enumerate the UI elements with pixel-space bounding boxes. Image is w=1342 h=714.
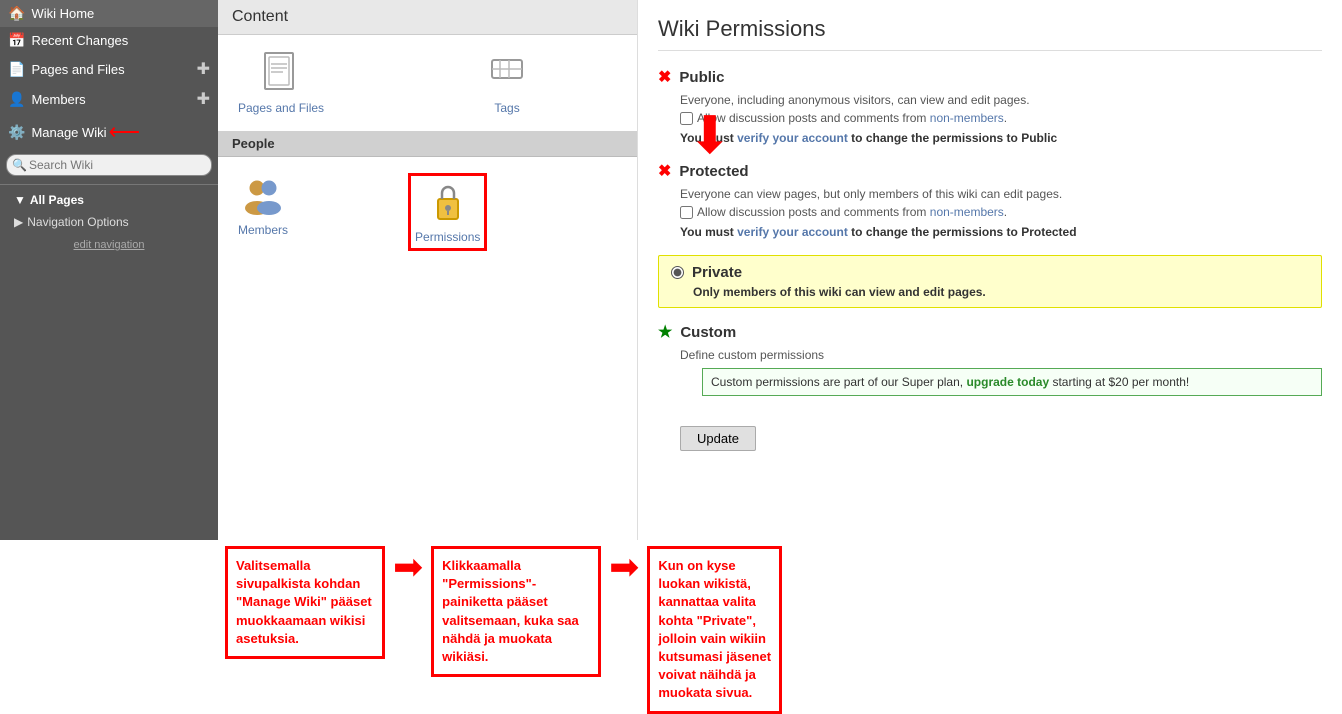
sidebar-item-label: Wiki Home (31, 6, 94, 21)
permissions-link[interactable]: Permissions (408, 173, 487, 251)
page-icon: 📄 (8, 61, 25, 78)
content-panel: Content Pages and Files (218, 0, 638, 540)
content-header: Content (218, 0, 637, 35)
sidebar-item-all-pages[interactable]: ▼ All Pages (0, 189, 218, 211)
sidebar-divider (0, 184, 218, 185)
content-icons-row: Pages and Files Tags (218, 35, 637, 131)
protected-x-icon: ✖ (658, 161, 671, 181)
members-icon: 👤 (8, 91, 25, 108)
home-icon: 🏠 (8, 5, 25, 22)
private-desc: Only members of this wiki can view and e… (693, 285, 1309, 299)
custom-desc-area: Define custom permissions Custom permiss… (680, 346, 1322, 396)
add-members-button[interactable]: ✚ (197, 89, 210, 109)
custom-star-icon: ★ (658, 322, 672, 342)
public-option-header: ✖ Public (658, 67, 1322, 87)
annotations-row: Valitsemalla sivupalkista kohdan "Manage… (0, 540, 1342, 714)
sidebar-item-members[interactable]: 👤 Members ✚ (0, 84, 218, 114)
protected-label: Protected (679, 163, 748, 180)
protected-checkbox[interactable] (680, 206, 693, 219)
update-button[interactable]: Update (680, 426, 756, 451)
public-checkbox-text: Allow discussion posts and comments from… (697, 109, 1007, 127)
tags-link[interactable]: Tags (484, 51, 530, 115)
manage-wiki-arrow: ⟵ (109, 119, 141, 145)
permissions-title: Wiki Permissions (658, 16, 1322, 51)
custom-option: ★ Custom Define custom permissions Custo… (658, 322, 1322, 396)
annotation-box-3: Kun on kyse luokan wikistä, kannattaa va… (647, 546, 782, 714)
public-desc-text: Everyone, including anonymous visitors, … (680, 91, 1322, 109)
members-label: Members (238, 223, 288, 237)
protected-checkbox-text: Allow discussion posts and comments from… (697, 203, 1007, 221)
public-verify-text: You must verify your account to change t… (680, 129, 1322, 147)
custom-label: Custom (680, 324, 736, 341)
private-option-header[interactable]: Private (671, 264, 1309, 281)
protected-verify-text: You must verify your account to change t… (680, 223, 1322, 241)
private-option: Private Only members of this wiki can vi… (658, 255, 1322, 308)
edit-navigation-link[interactable]: edit navigation (0, 233, 218, 257)
pages-icon (258, 51, 304, 97)
sidebar-nav-label: All Pages (30, 193, 84, 207)
upgrade-suffix-text: starting at $20 per month! (1049, 375, 1189, 389)
sidebar-item-label: Recent Changes (31, 33, 128, 48)
gear-icon: ⚙️ (8, 124, 25, 141)
public-x-icon: ✖ (658, 67, 671, 87)
permissions-label: Permissions (415, 230, 480, 244)
pages-and-files-link[interactable]: Pages and Files (238, 51, 324, 115)
permissions-icon (425, 180, 471, 226)
non-members-link-protected[interactable]: non-members (930, 205, 1004, 219)
upgrade-link[interactable]: upgrade today (966, 375, 1049, 389)
tags-label: Tags (494, 101, 519, 115)
calendar-icon: 📅 (8, 32, 25, 49)
protected-desc: Everyone can view pages, but only member… (680, 185, 1322, 241)
public-desc: Everyone, including anonymous visitors, … (680, 91, 1322, 147)
sidebar: 🏠 Wiki Home 📅 Recent Changes 📄 Pages and… (0, 0, 218, 540)
sidebar-item-recent-changes[interactable]: 📅 Recent Changes (0, 27, 218, 54)
search-icon: 🔍 (12, 158, 27, 172)
sidebar-item-label: Pages and Files (31, 62, 124, 77)
protected-option-header: ✖ Protected (658, 161, 1322, 181)
custom-option-header: ★ Custom (658, 322, 1322, 342)
triangle-icon: ▼ (14, 193, 26, 207)
protected-checkbox-label: Allow discussion posts and comments from… (680, 203, 1322, 221)
arrow-2: ➡ (609, 546, 639, 588)
triangle-right-icon: ▶ (14, 215, 23, 229)
members-link[interactable]: Members (238, 173, 288, 251)
people-icons-row: Members Permissions (218, 157, 637, 267)
sidebar-item-pages-and-files[interactable]: 📄 Pages and Files ✚ (0, 54, 218, 84)
verify-account-protected-link[interactable]: verify your account (737, 225, 848, 239)
arrow-1: ➡ (393, 546, 423, 588)
private-radio[interactable] (671, 266, 684, 279)
sidebar-nav-label: Navigation Options (27, 215, 128, 229)
sidebar-item-label: Members (31, 92, 85, 107)
members-people-icon (240, 173, 286, 219)
annotation-box-1: Valitsemalla sivupalkista kohdan "Manage… (225, 546, 385, 659)
permissions-panel: Wiki Permissions ✖ Public Everyone, incl… (638, 0, 1342, 540)
sidebar-item-label: Manage Wiki (31, 125, 106, 140)
custom-desc-text: Custom permissions are part of our Super… (711, 375, 966, 389)
verify-account-public-link[interactable]: verify your account (737, 131, 848, 145)
sidebar-item-wiki-home[interactable]: 🏠 Wiki Home (0, 0, 218, 27)
define-custom-label: Define custom permissions (680, 346, 1322, 364)
public-label: Public (679, 69, 724, 86)
private-label: Private (692, 264, 742, 281)
public-option: ✖ Public Everyone, including anonymous v… (658, 67, 1322, 147)
tags-icon (484, 51, 530, 97)
protected-option: ✖ Protected Everyone can view pages, but… (658, 161, 1322, 241)
sidebar-item-manage-wiki[interactable]: ⚙️ Manage Wiki ⟵ (0, 114, 218, 150)
custom-box: Custom permissions are part of our Super… (702, 368, 1322, 396)
pages-and-files-label: Pages and Files (238, 101, 324, 115)
sidebar-item-navigation-options[interactable]: ▶ Navigation Options (0, 211, 218, 233)
search-container: 🔍 (6, 154, 212, 176)
non-members-link-public[interactable]: non-members (930, 111, 1004, 125)
public-checkbox[interactable] (680, 112, 693, 125)
add-pages-button[interactable]: ✚ (197, 59, 210, 79)
search-input[interactable] (6, 154, 212, 176)
protected-desc-text: Everyone can view pages, but only member… (680, 185, 1322, 203)
people-header: People (218, 131, 637, 157)
public-checkbox-label: Allow discussion posts and comments from… (680, 109, 1322, 127)
annotation-box-2: Klikkaamalla "Permissions"-painiketta pä… (431, 546, 601, 677)
